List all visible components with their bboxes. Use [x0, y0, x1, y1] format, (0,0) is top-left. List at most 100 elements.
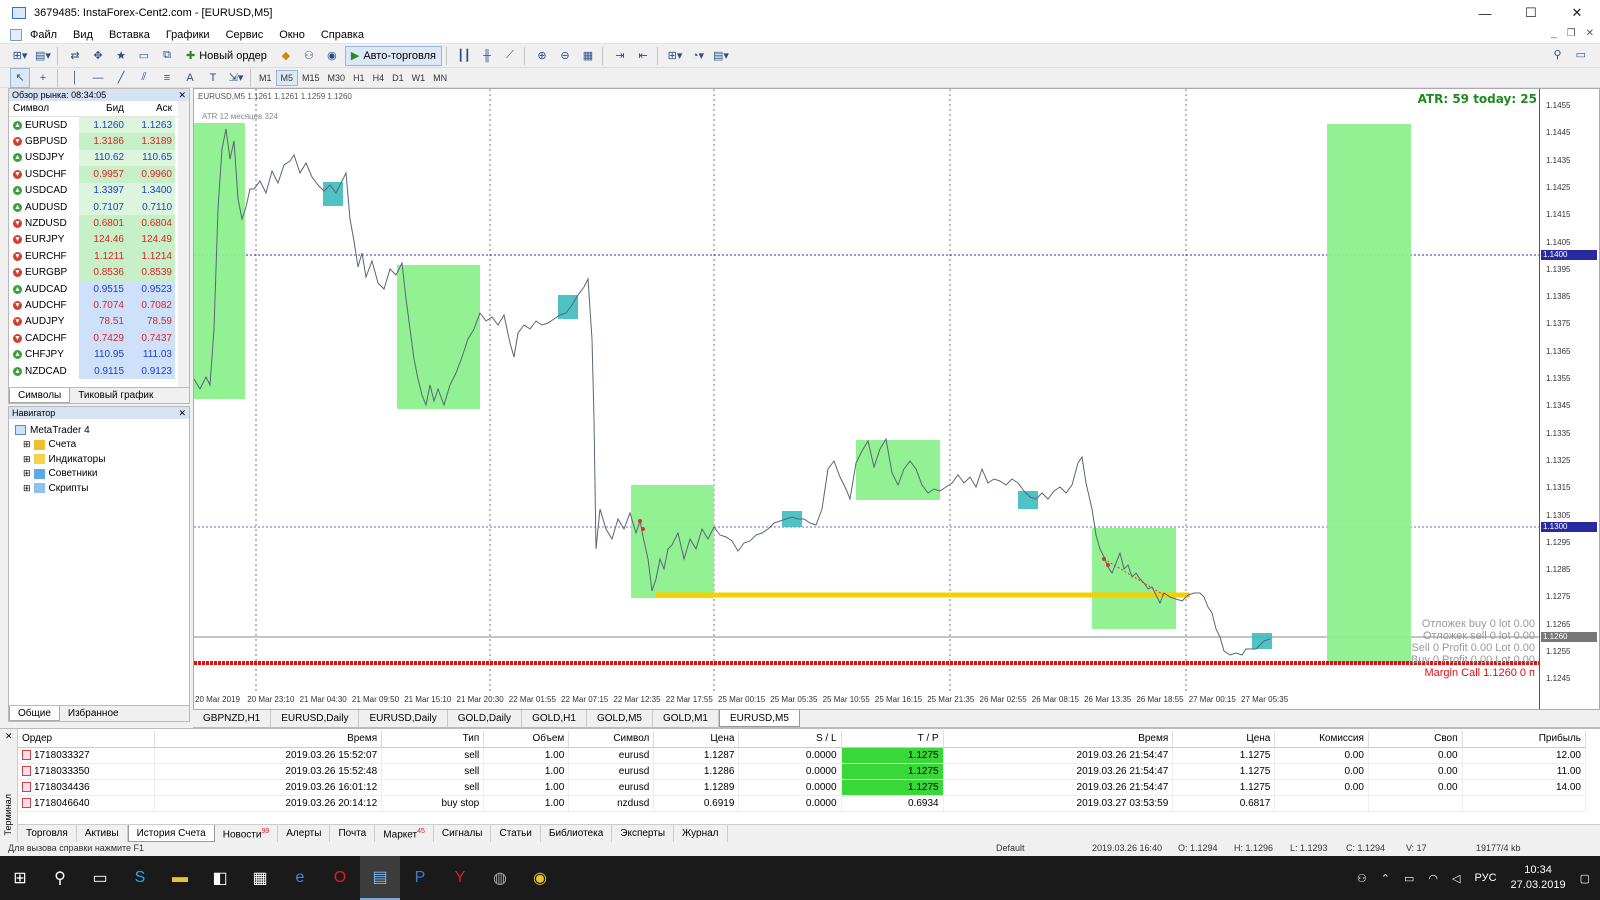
- terminal-tab[interactable]: Статьи: [491, 825, 541, 842]
- market-watch-icon[interactable]: ⇄: [65, 46, 85, 66]
- market-watch-row[interactable]: ▲ AUDCAD 0.9515 0.9523: [9, 280, 189, 298]
- column-header[interactable]: Ордер: [18, 731, 155, 748]
- nav-indicators[interactable]: ⊞ Индикаторы: [15, 452, 189, 467]
- market-watch-scrollbar[interactable]: [178, 101, 189, 391]
- terminal-tab[interactable]: Эксперты: [612, 825, 675, 842]
- navigator-icon[interactable]: ★: [111, 46, 131, 66]
- maximize-button[interactable]: ☐: [1508, 0, 1554, 26]
- terminal-tab[interactable]: Почта: [330, 825, 376, 842]
- store-icon[interactable]: ◧: [200, 856, 240, 900]
- chart-shift-icon[interactable]: ⇤: [633, 46, 653, 66]
- arrows-icon[interactable]: ⇲▾: [226, 68, 246, 88]
- mdi-minimize-button[interactable]: _: [1551, 28, 1557, 39]
- symbol-cell[interactable]: ▲ CHFJPY: [9, 346, 79, 363]
- market-watch-close-icon[interactable]: ✕: [178, 90, 186, 101]
- app-icon[interactable]: ◍: [480, 856, 520, 900]
- timeframe-m15[interactable]: M15: [298, 70, 324, 86]
- symbol-cell[interactable]: ▲ AUDCAD: [9, 280, 79, 298]
- symbol-cell[interactable]: ▲ USDCAD: [9, 182, 79, 199]
- market-watch-row[interactable]: ▼ AUDJPY 78.51 78.59: [9, 313, 189, 331]
- signals-icon[interactable]: ⚇: [299, 46, 319, 66]
- timeframe-h4[interactable]: H4: [369, 70, 389, 86]
- symbol-cell[interactable]: ▼ GBPUSD: [9, 133, 79, 150]
- yandex-icon[interactable]: Y: [440, 856, 480, 900]
- trade-marker[interactable]: [641, 527, 645, 531]
- symbol-cell[interactable]: ▼ AUDJPY: [9, 313, 79, 331]
- symbol-cell[interactable]: ▼ EURCHF: [9, 248, 79, 265]
- menu-charts[interactable]: Графики: [158, 29, 218, 41]
- timeframe-m1[interactable]: M1: [255, 70, 276, 86]
- tester-icon[interactable]: ⧉: [157, 46, 177, 66]
- market-watch-row[interactable]: ▲ NZDCAD 0.9115 0.9123: [9, 362, 189, 380]
- timeframe-d1[interactable]: D1: [388, 70, 408, 86]
- market-watch-row[interactable]: ▲ AUDUSD 0.7107 0.7110: [9, 198, 189, 216]
- terminal-tab[interactable]: Сигналы: [434, 825, 492, 842]
- terminal-tab[interactable]: Новости99: [215, 825, 279, 842]
- metatrader-taskbar-icon[interactable]: ▤: [360, 856, 400, 900]
- fibonacci-icon[interactable]: ≡: [157, 68, 177, 88]
- zoom-in-icon[interactable]: ⊕: [532, 46, 552, 66]
- chart-tab[interactable]: GOLD,H1: [522, 710, 587, 727]
- bar-chart-icon[interactable]: ┃┃: [454, 46, 474, 66]
- table-row[interactable]: 1718033327 2019.03.26 15:52:07 sell 1.00 eur…: [18, 747, 1587, 764]
- market-watch-row[interactable]: ▼ GBPUSD 1.3186 1.3189: [9, 133, 189, 150]
- terminal-tab[interactable]: Библиотека: [541, 825, 613, 842]
- navigator-close-icon[interactable]: ✕: [178, 408, 186, 419]
- expand-icon[interactable]: ⊞: [23, 439, 31, 450]
- column-header[interactable]: Тип: [381, 731, 485, 748]
- col-bid[interactable]: Бид: [79, 103, 127, 114]
- chrome-icon[interactable]: ◉: [520, 856, 560, 900]
- text-icon[interactable]: A: [180, 68, 200, 88]
- terminal-tab[interactable]: Активы: [77, 825, 128, 842]
- new-order-button[interactable]: ✚ Новый ордер: [180, 46, 273, 66]
- market-watch-row[interactable]: ▼ NZDUSD 0.6801 0.6804: [9, 215, 189, 232]
- volume-icon[interactable]: ◁: [1452, 872, 1460, 885]
- mdi-close-button[interactable]: ✕: [1586, 28, 1594, 39]
- timeframe-w1[interactable]: W1: [408, 70, 430, 86]
- nav-accounts[interactable]: ⊞ Счета: [15, 438, 189, 453]
- expand-icon[interactable]: ⊞: [23, 468, 31, 479]
- trendline-icon[interactable]: ╱: [111, 68, 131, 88]
- nav-root[interactable]: MetaTrader 4: [15, 423, 189, 438]
- templates-icon[interactable]: ▤▾: [711, 46, 731, 66]
- symbol-cell[interactable]: ▼ CADCHF: [9, 330, 79, 347]
- skype-icon[interactable]: S: [120, 856, 160, 900]
- periods-icon[interactable]: ◔▾: [688, 46, 708, 66]
- chart-doc-icon[interactable]: [10, 28, 22, 41]
- column-header[interactable]: T / P: [841, 731, 944, 748]
- candlestick-icon[interactable]: ╫: [477, 46, 497, 66]
- trade-marker[interactable]: [1106, 563, 1110, 567]
- symbol-cell[interactable]: ▲ USDJPY: [9, 149, 79, 167]
- chart-tab[interactable]: GOLD,M5: [587, 710, 653, 727]
- edge-icon[interactable]: e: [280, 856, 320, 900]
- text-label-icon[interactable]: T: [203, 68, 223, 88]
- notifications-icon[interactable]: ▢: [1580, 872, 1590, 885]
- column-header[interactable]: Символ: [568, 731, 655, 748]
- symbol-cell[interactable]: ▼ NZDUSD: [9, 215, 79, 232]
- market-watch-row[interactable]: ▼ CADCHF 0.7429 0.7437: [9, 330, 189, 347]
- menu-tools[interactable]: Сервис: [218, 29, 272, 41]
- terminal-app-icon[interactable]: P: [400, 856, 440, 900]
- market-watch-row[interactable]: ▼ EURJPY 124.46 124.49: [9, 231, 189, 249]
- language-indicator[interactable]: РУС: [1475, 872, 1497, 884]
- menu-view[interactable]: Вид: [65, 29, 101, 41]
- symbol-cell[interactable]: ▲ NZDCAD: [9, 362, 79, 380]
- zoom-out-icon[interactable]: ⊖: [555, 46, 575, 66]
- column-header[interactable]: S / L: [738, 731, 842, 748]
- line-chart-icon[interactable]: ⟋: [500, 46, 520, 66]
- tab-common[interactable]: Общие: [9, 706, 60, 721]
- terminal-tab[interactable]: Журнал: [674, 825, 728, 842]
- profiles-icon[interactable]: ▤▾: [33, 46, 53, 66]
- channel-icon[interactable]: ⫽: [134, 68, 154, 88]
- timeframe-h1[interactable]: H1: [349, 70, 369, 86]
- menu-help[interactable]: Справка: [313, 29, 372, 41]
- cursor-icon[interactable]: ↖: [10, 67, 30, 88]
- chart-window[interactable]: EURUSD,M5 1.1261 1.1261 1.1259 1.1260 AT…: [193, 88, 1600, 710]
- chart-tab[interactable]: EURUSD,Daily: [359, 710, 448, 727]
- column-header[interactable]: Прибыль: [1462, 731, 1587, 748]
- timeframe-mn[interactable]: MN: [429, 70, 451, 86]
- vertical-line-icon[interactable]: │: [65, 68, 85, 88]
- column-header[interactable]: Время: [943, 731, 1174, 748]
- auto-trading-button[interactable]: ▶ Авто-торговля: [344, 45, 442, 66]
- chart-tab[interactable]: GBPNZD,H1: [193, 710, 272, 727]
